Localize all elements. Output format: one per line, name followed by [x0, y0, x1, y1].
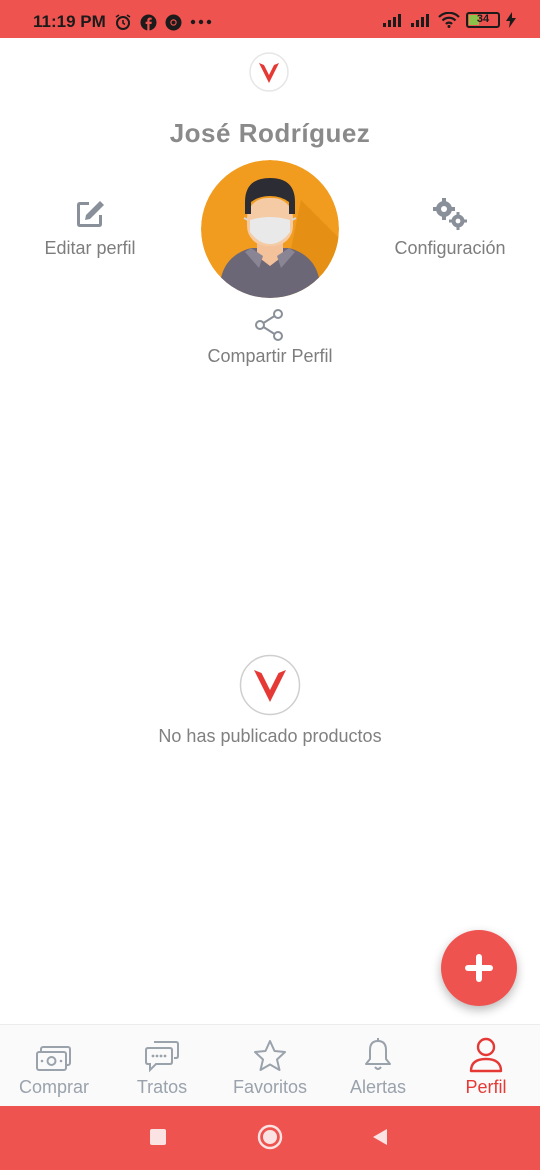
share-profile-label: Compartir Perfil — [207, 346, 333, 366]
status-bar: 11:19 PM 34 — [0, 0, 540, 38]
signal-icon — [383, 14, 401, 27]
empty-state-message: No has publicado productos — [158, 726, 382, 746]
empty-state-logo-icon — [239, 654, 301, 716]
app-logo-icon — [249, 52, 289, 92]
nav-item-comprar[interactable]: Comprar — [0, 1025, 108, 1107]
add-product-button[interactable] — [441, 930, 517, 1006]
battery-icon: 34 — [466, 12, 500, 28]
star-icon — [254, 1040, 286, 1071]
configuration-label: Configuración — [394, 238, 506, 258]
nav-label: Perfil — [465, 1077, 507, 1097]
wifi-icon — [438, 12, 460, 28]
status-notification-icons — [114, 13, 212, 31]
facebook-icon — [140, 14, 157, 31]
nav-label: Alertas — [349, 1077, 407, 1097]
user-icon — [469, 1037, 503, 1073]
edit-profile-label: Editar perfil — [44, 238, 136, 258]
plus-icon — [465, 954, 493, 982]
alarm-icon — [115, 14, 131, 30]
system-navigation-bar — [0, 1106, 540, 1170]
share-icon — [255, 309, 283, 341]
edit-profile-button[interactable]: Editar perfil — [20, 196, 160, 259]
home-button-icon[interactable] — [257, 1124, 283, 1150]
share-profile-button[interactable]: Compartir Perfil — [190, 308, 350, 367]
chat-icon — [145, 1041, 179, 1073]
gear-icon — [433, 198, 467, 230]
back-button-icon[interactable] — [372, 1128, 388, 1146]
nav-label: Tratos — [136, 1077, 188, 1097]
edit-icon — [77, 201, 104, 227]
money-icon — [36, 1046, 71, 1071]
nav-label: Comprar — [18, 1077, 89, 1097]
bell-icon — [365, 1038, 391, 1070]
charging-icon — [506, 12, 516, 28]
nav-item-favoritos[interactable]: Favoritos — [216, 1025, 324, 1107]
avatar-illustration-icon — [201, 160, 339, 298]
chrome-icon — [165, 14, 182, 30]
status-system-icons: 34 — [382, 12, 516, 28]
battery-level: 34 — [476, 13, 490, 25]
signal-icon — [411, 14, 429, 27]
status-time: 11:19 PM — [33, 12, 106, 31]
avatar[interactable] — [201, 160, 339, 298]
nav-item-tratos[interactable]: Tratos — [108, 1025, 216, 1107]
nav-label: Favoritos — [232, 1077, 308, 1097]
profile-name: José Rodríguez — [169, 118, 371, 148]
nav-item-alertas[interactable]: Alertas — [324, 1025, 432, 1107]
bottom-navigation: Comprar Tratos Favoritos Alertas Perfil — [0, 1024, 540, 1107]
more-icon — [190, 19, 212, 25]
configuration-button[interactable]: Configuración — [380, 196, 520, 259]
nav-item-perfil[interactable]: Perfil — [432, 1025, 540, 1107]
recents-button-icon[interactable] — [149, 1128, 167, 1146]
